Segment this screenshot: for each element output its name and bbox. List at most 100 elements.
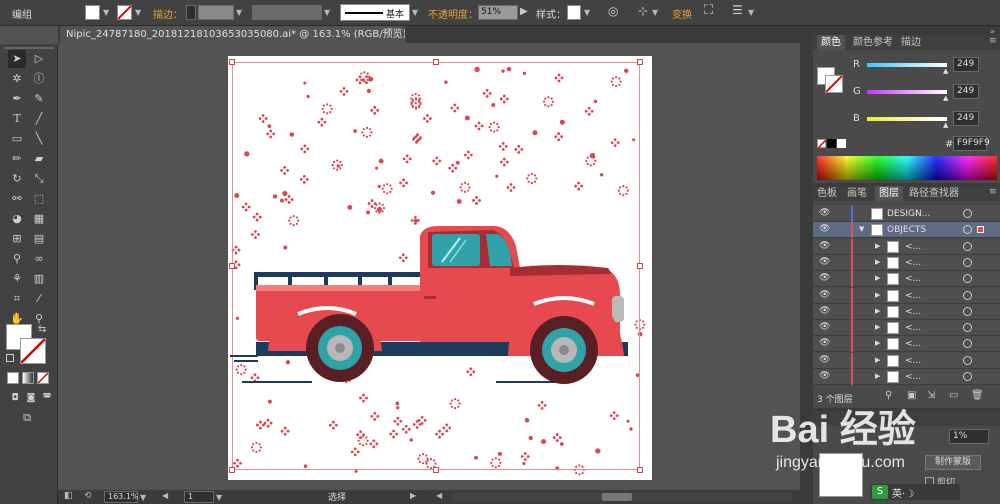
chevron-down-icon[interactable]: ▼	[103, 8, 109, 17]
target-circle-icon[interactable]	[963, 372, 972, 381]
layer-row[interactable]: 👁 DESIGN...	[813, 206, 1000, 222]
stroke-color-box[interactable]	[825, 75, 843, 93]
expand-right-icon[interactable]: ▶	[875, 242, 880, 250]
eyedropper-tool-icon[interactable]: ⚲	[8, 250, 26, 268]
chevron-down-icon[interactable]: ▼	[216, 493, 222, 502]
document-tab[interactable]: Nipic_24787180_20181218103653035080.ai* …	[60, 26, 405, 43]
status-menu-icon[interactable]: ▶	[410, 491, 416, 500]
expand-right-icon[interactable]: ▶	[875, 274, 880, 282]
slider-thumb[interactable]: ▲	[943, 67, 948, 75]
expand-down-icon[interactable]: ▼	[859, 225, 864, 233]
gradient-mode-icon[interactable]	[22, 372, 34, 384]
tab-brushes[interactable]: 画笔	[847, 186, 867, 201]
clip-mask-icon[interactable]: ▣	[907, 390, 916, 401]
color-mode-icon[interactable]	[7, 372, 19, 384]
type-tool-icon[interactable]: T	[8, 110, 26, 128]
line-tool-icon[interactable]: ╱	[30, 110, 48, 128]
layer-row[interactable]: 👁 ▶ <...	[813, 352, 1000, 369]
align-icon[interactable]: ⊹	[638, 4, 648, 18]
tab-stroke[interactable]: 描边	[901, 35, 921, 50]
chevron-down-icon[interactable]: ▼	[748, 8, 754, 17]
perspective-grid-tool-icon[interactable]: ▦	[30, 210, 48, 228]
swap-colors-icon[interactable]: ⇆	[38, 324, 46, 335]
transparency-opacity-input[interactable]: 1%	[949, 429, 989, 444]
slider-thumb[interactable]: ▲	[943, 94, 948, 102]
tab-layers[interactable]: 图层	[875, 186, 903, 201]
expand-right-icon[interactable]: ▶	[875, 291, 880, 299]
expand-right-icon[interactable]: ▶	[875, 356, 880, 364]
pen-tool-icon[interactable]: ✒	[8, 90, 26, 108]
target-circle-icon[interactable]	[963, 274, 972, 284]
stroke-color-box[interactable]	[20, 338, 46, 364]
stroke-swatch[interactable]	[117, 5, 132, 20]
target-circle-icon[interactable]	[963, 355, 972, 365]
curvature-tool-icon[interactable]: ✎	[30, 90, 48, 108]
layer-row[interactable]: 👁 ▶ <...	[813, 238, 1000, 255]
hex-value-input[interactable]: F9F9F9	[953, 136, 990, 151]
isolate-icon[interactable]: ⛶	[704, 3, 713, 18]
red-value-input[interactable]: 249	[953, 57, 979, 72]
layer-row[interactable]: 👁 ▶ <...	[813, 320, 1000, 337]
chevron-down-icon[interactable]: ▼	[324, 8, 330, 17]
stroke-weight-stepper[interactable]	[186, 5, 196, 20]
draw-inside-icon[interactable]: ◚	[38, 389, 56, 407]
visibility-eye-icon[interactable]: 👁	[819, 306, 830, 316]
selection-indicator[interactable]	[977, 226, 984, 234]
expand-right-icon[interactable]: ▶	[875, 372, 880, 380]
expand-right-icon[interactable]: ▶	[875, 258, 880, 266]
target-circle-icon[interactable]	[963, 257, 972, 267]
visibility-eye-icon[interactable]: 👁	[819, 355, 830, 365]
new-layer-icon[interactable]: ▭	[949, 390, 958, 401]
opacity-label[interactable]: 不透明度：	[428, 6, 478, 21]
artboard-prev-icon[interactable]: ⟲	[84, 491, 92, 501]
symbol-sprayer-tool-icon[interactable]: ⚘	[8, 270, 26, 288]
none-swatch[interactable]	[817, 139, 827, 149]
chevron-down-icon[interactable]: ▼	[135, 8, 141, 17]
artboard[interactable]	[228, 56, 652, 480]
free-transform-tool-icon[interactable]: ⬚	[30, 190, 48, 208]
visibility-eye-icon[interactable]: 👁	[819, 208, 830, 218]
stroke-label[interactable]: 描边：	[153, 6, 183, 21]
chevron-down-icon[interactable]: ▼	[236, 8, 242, 17]
recolor-icon[interactable]: ◎	[608, 4, 618, 18]
page-select[interactable]: 1	[184, 491, 214, 503]
brush-definition[interactable]: 基本	[340, 4, 410, 21]
blend-tool-icon[interactable]: ∞	[30, 250, 48, 268]
target-circle-icon[interactable]	[963, 209, 972, 218]
layer-row[interactable]: 👁 ▶ <...	[813, 254, 1000, 271]
visibility-eye-icon[interactable]: 👁	[819, 224, 830, 234]
blue-value-input[interactable]: 249	[953, 111, 979, 126]
eraser-tool-icon[interactable]: ▰	[30, 150, 48, 168]
layer-row[interactable]: 👁 ▶ <...	[813, 369, 1000, 385]
white-swatch[interactable]	[837, 139, 846, 148]
rotate-tool-icon[interactable]: ↻	[8, 170, 26, 188]
artboard-nav-icon[interactable]: ◧	[64, 491, 73, 501]
opacity-input[interactable]: 51%	[478, 5, 518, 20]
scale-tool-icon[interactable]: ⤡	[30, 170, 48, 188]
arrange-icon[interactable]: ☰	[732, 3, 743, 17]
slice-tool-icon[interactable]: ⁄	[30, 290, 48, 308]
target-circle-icon[interactable]	[963, 225, 972, 235]
layer-row[interactable]: 👁 ▼ OBJECTS	[813, 222, 1000, 239]
visibility-eye-icon[interactable]: 👁	[819, 371, 830, 381]
chevron-down-icon[interactable]: ▼	[652, 8, 658, 17]
shape-builder-tool-icon[interactable]: ◕	[8, 210, 26, 228]
layer-row[interactable]: 👁 ▶ <...	[813, 287, 1000, 304]
chevron-down-icon[interactable]: ▼	[584, 8, 590, 17]
target-circle-icon[interactable]	[963, 290, 972, 300]
green-slider-track[interactable]	[867, 90, 947, 94]
red-slider-track[interactable]	[867, 63, 947, 67]
target-circle-icon[interactable]	[963, 306, 972, 316]
rectangle-tool-icon[interactable]: ▭	[8, 130, 26, 148]
transparency-thumbnail[interactable]	[819, 453, 863, 497]
tab-color-guide[interactable]: 颜色参考	[853, 35, 893, 50]
graph-tool-icon[interactable]: ▥	[30, 270, 48, 288]
chevron-right-icon[interactable]: ▶	[520, 6, 528, 17]
magic-wand-tool-icon[interactable]: ✲	[8, 70, 26, 88]
chevron-down-icon[interactable]: ▼	[412, 8, 418, 17]
slider-thumb[interactable]: ▲	[943, 121, 948, 129]
pencil-tool-icon[interactable]: ✏	[8, 150, 26, 168]
transform-link[interactable]: 变换	[672, 6, 692, 21]
scrollbar-thumb[interactable]	[602, 493, 632, 501]
lasso-tool-icon[interactable]: ⓛ	[30, 70, 48, 88]
